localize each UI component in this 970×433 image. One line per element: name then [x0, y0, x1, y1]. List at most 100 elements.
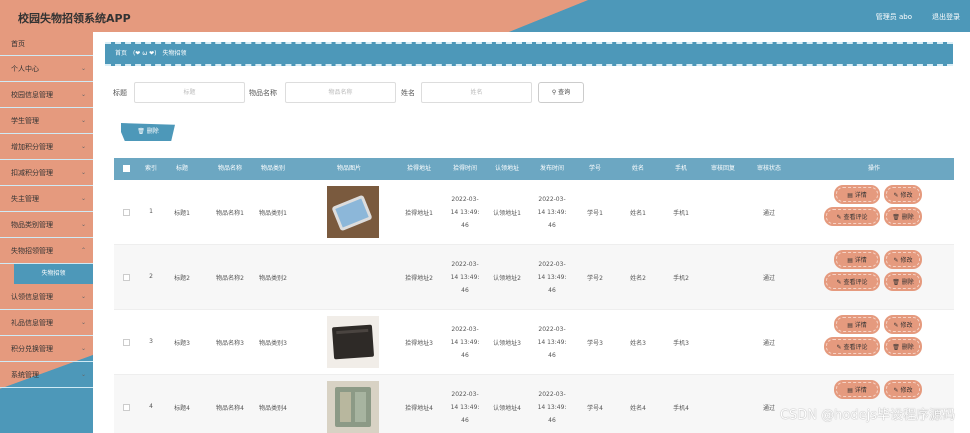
col-claim-address: 认领地址 — [494, 165, 519, 172]
detail-button[interactable]: ▤ 详情 — [836, 317, 878, 332]
chevron-down-icon: ⌄ — [80, 221, 86, 228]
search-button[interactable]: ⚲ 查询 — [538, 82, 584, 103]
cell-title: 标题4 — [174, 405, 190, 412]
person-name-input[interactable]: 姓名 — [421, 82, 532, 103]
view-comments-button[interactable]: ✎ 查看评论 — [826, 209, 878, 224]
cell-title: 标题1 — [174, 210, 190, 217]
row-checkbox[interactable] — [123, 274, 130, 281]
sidebar-item-campus[interactable]: 校园信息管理 ⌄ — [0, 82, 93, 108]
cell-found-time: 2022-03- 14 13:49: 46 — [450, 326, 480, 359]
sidebar-subitem-lost-found[interactable]: 失物招领 — [14, 264, 93, 284]
title-input[interactable]: 标题 — [134, 82, 245, 103]
edit-button[interactable]: ✎ 修改 — [886, 382, 920, 397]
cell-item-name: 物品名称3 — [216, 340, 244, 347]
pencil-icon: ✎ — [893, 322, 899, 329]
cell-review-status: 通过 — [762, 340, 775, 347]
cell-category: 物品类别2 — [259, 275, 287, 282]
breadcrumb-home[interactable]: 首页 — [115, 50, 127, 57]
col-found-time: 拾得时间 — [452, 165, 477, 172]
detail-button[interactable]: ▤ 详情 — [836, 252, 878, 267]
item-photo-wallet — [327, 316, 379, 368]
pencil-icon: ✎ — [836, 214, 842, 221]
sidebar-item-lost-found[interactable]: 失物招领管理 ⌃ — [0, 238, 93, 264]
col-title: 标题 — [175, 165, 188, 172]
cell-category: 物品类别1 — [259, 210, 287, 217]
sidebar-item-add-points[interactable]: 增加积分管理 ⌄ — [0, 134, 93, 160]
detail-label: 详情 — [854, 192, 867, 199]
col-index: 索引 — [144, 165, 157, 172]
sidebar-item-gifts[interactable]: 礼品信息管理 ⌄ — [0, 310, 93, 336]
breadcrumb-emoji: (❤ ω ❤) — [132, 50, 157, 57]
app-title: 校园失物招领系统APP — [18, 12, 131, 25]
cell-category: 物品类别3 — [259, 340, 287, 347]
chevron-down-icon: ⌄ — [80, 169, 86, 176]
sidebar-item-students[interactable]: 学生管理 ⌄ — [0, 108, 93, 134]
col-student-id: 学号 — [588, 165, 601, 172]
table-row: 1 标题1 物品名称1 物品类别1 拾得地址1 2022-03- 14 13:49… — [114, 180, 954, 245]
sidebar-item-home[interactable]: 首页 — [0, 32, 93, 56]
col-item-name: 物品名称 — [217, 165, 242, 172]
detail-button[interactable]: ▤ 详情 — [836, 187, 878, 202]
col-phone: 手机 — [674, 165, 687, 172]
detail-label: 详情 — [854, 322, 867, 329]
row-checkbox[interactable] — [123, 404, 130, 411]
current-user: 管理员 abo — [875, 13, 912, 21]
row-checkbox[interactable] — [123, 209, 130, 216]
sidebar-item-label: 失主管理 — [11, 195, 39, 203]
delete-button[interactable]: 🗑 删除 — [886, 209, 920, 224]
cell-found-time: 2022-03- 14 13:49: 46 — [450, 196, 480, 229]
sidebar-item-deduct-points[interactable]: 扣减积分管理 ⌄ — [0, 160, 93, 186]
document-icon: ▤ — [847, 257, 853, 264]
row-checkbox[interactable] — [123, 339, 130, 346]
pencil-icon: ✎ — [893, 257, 899, 264]
sidebar-item-system[interactable]: 系统管理 ⌄ — [0, 362, 93, 388]
edit-button[interactable]: ✎ 修改 — [886, 317, 920, 332]
sidebar-item-profile[interactable]: 个人中心 ⌄ — [0, 56, 93, 82]
cell-found-time: 2022-03- 14 13:49: 46 — [450, 261, 480, 294]
cell-claim-address: 认领地址3 — [493, 340, 521, 347]
sidebar-item-owners[interactable]: 失主管理 ⌄ — [0, 186, 93, 212]
bulk-delete-button[interactable]: 🗑 删除 — [121, 123, 175, 141]
trash-icon: 🗑 — [892, 344, 900, 351]
chevron-down-icon: ⌄ — [80, 293, 86, 300]
sidebar-item-claims[interactable]: 认领信息管理 ⌄ — [0, 284, 93, 310]
sidebar-item-label: 物品类别管理 — [11, 221, 53, 229]
select-all-checkbox[interactable] — [123, 165, 130, 172]
edit-button[interactable]: ✎ 修改 — [886, 187, 920, 202]
edit-label: 修改 — [900, 192, 913, 199]
cell-publish-time: 2022-03- 14 13:49: 46 — [537, 326, 567, 359]
cell-item-name: 物品名称1 — [216, 210, 244, 217]
cell-phone: 手机4 — [673, 405, 689, 412]
logout-link[interactable]: 退出登录 — [932, 12, 960, 22]
edit-label: 修改 — [900, 387, 913, 394]
watermark: CSDN @hodejs毕设程序源码 — [779, 408, 955, 423]
cell-index: 4 — [149, 403, 153, 410]
sidebar-item-label: 积分兑换管理 — [11, 345, 53, 353]
cell-person-name: 姓名2 — [630, 275, 646, 282]
item-photo-open-wallet — [327, 381, 379, 433]
detail-label: 详情 — [854, 257, 867, 264]
cell-item-name: 物品名称2 — [216, 275, 244, 282]
chevron-down-icon: ⌄ — [80, 143, 86, 150]
delete-button[interactable]: 🗑 删除 — [886, 274, 920, 289]
cell-claim-address: 认领地址1 — [493, 210, 521, 217]
cell-claim-address: 认领地址4 — [493, 405, 521, 412]
sidebar: 首页 个人中心 ⌄ 校园信息管理 ⌄ 学生管理 ⌄ 增加积分管理 ⌄ 扣减积分管理 ⌄ 失… — [0, 32, 93, 433]
sidebar-item-exchange[interactable]: 积分兑换管理 ⌄ — [0, 336, 93, 362]
chevron-up-icon: ⌃ — [80, 247, 86, 254]
delete-button[interactable]: 🗑 删除 — [886, 339, 920, 354]
cell-title: 标题3 — [174, 340, 190, 347]
edit-label: 修改 — [900, 257, 913, 264]
sidebar-item-label: 首页 — [11, 40, 25, 48]
item-name-input[interactable]: 物品名称 — [285, 82, 396, 103]
col-category: 物品类别 — [260, 165, 285, 172]
col-review-reply: 审核回复 — [710, 165, 735, 172]
sidebar-item-categories[interactable]: 物品类别管理 ⌄ — [0, 212, 93, 238]
search-icon: ⚲ — [551, 89, 557, 96]
col-person-name: 姓名 — [631, 165, 644, 172]
view-comments-button[interactable]: ✎ 查看评论 — [826, 274, 878, 289]
view-comments-button[interactable]: ✎ 查看评论 — [826, 339, 878, 354]
cell-person-name: 姓名1 — [630, 210, 646, 217]
edit-button[interactable]: ✎ 修改 — [886, 252, 920, 267]
detail-button[interactable]: ▤ 详情 — [836, 382, 878, 397]
